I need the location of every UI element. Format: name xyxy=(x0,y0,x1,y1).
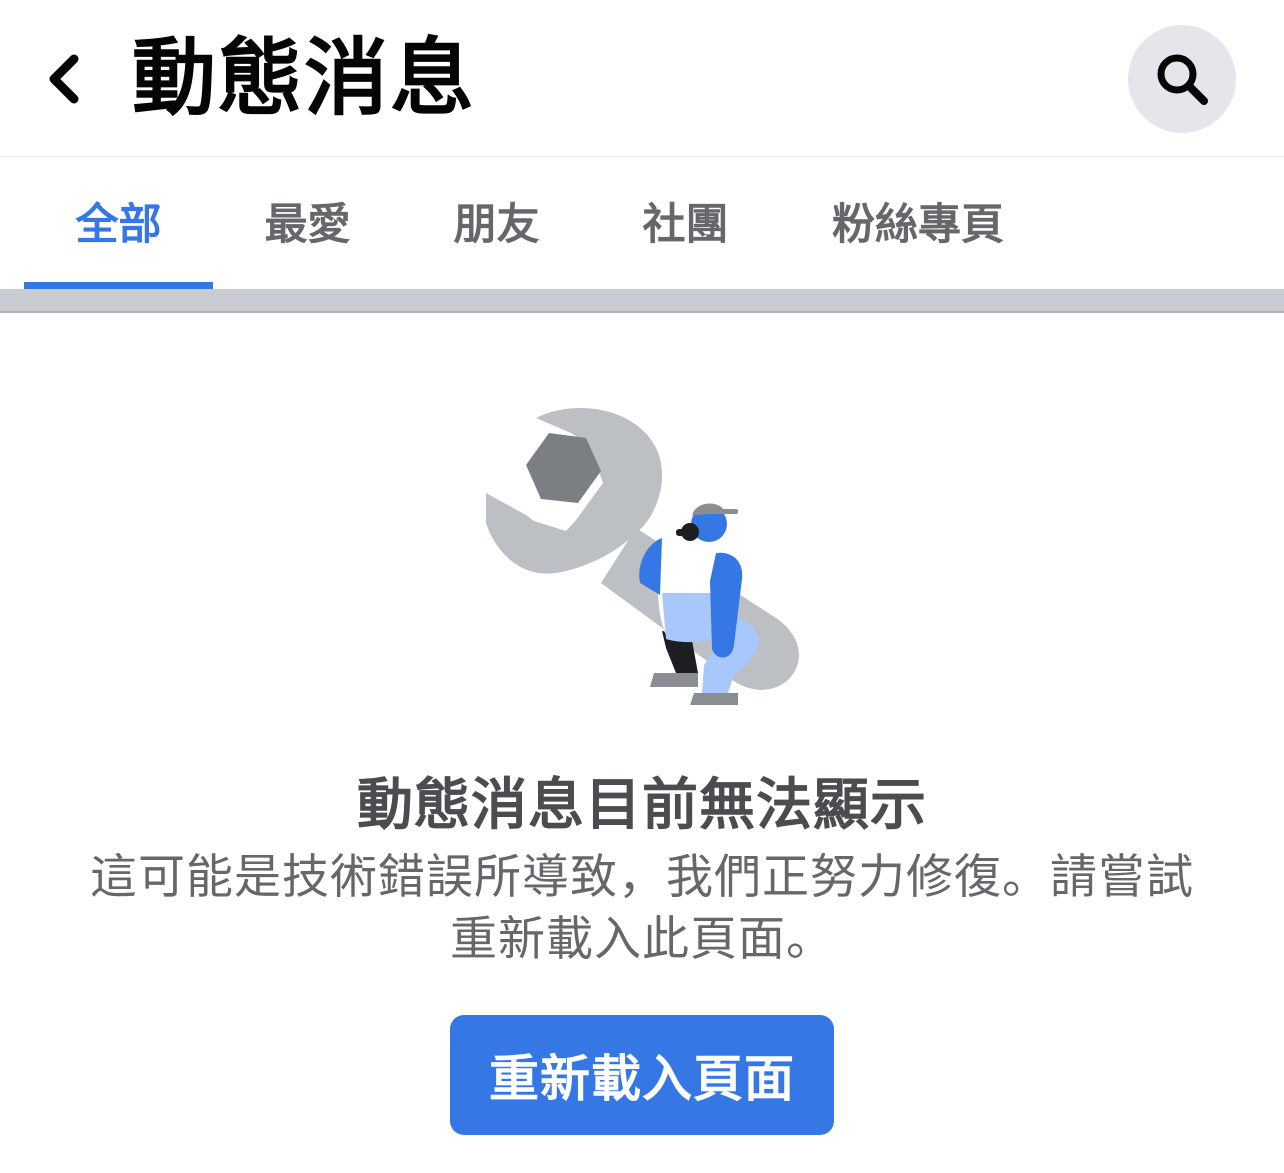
tab-label: 朋友 xyxy=(453,200,540,250)
search-button[interactable] xyxy=(1128,25,1236,133)
section-divider xyxy=(0,289,1284,313)
error-title: 動態消息目前無法顯示 xyxy=(357,773,927,838)
tab-pages[interactable]: 粉絲專頁 xyxy=(800,157,1036,289)
search-icon xyxy=(1157,54,1208,105)
back-button[interactable] xyxy=(34,46,94,112)
active-tab-indicator xyxy=(24,282,213,289)
page-title: 動態消息 xyxy=(132,29,477,127)
reload-page-button[interactable]: 重新載入頁面 xyxy=(450,1015,834,1135)
tab-all[interactable]: 全部 xyxy=(24,157,213,289)
tab-favorites[interactable]: 最愛 xyxy=(213,157,402,289)
wrench-worker-illustration xyxy=(486,408,799,705)
top-bar: 動態消息 xyxy=(0,0,1284,157)
tab-label: 社團 xyxy=(642,200,729,250)
feed-error-state: 動態消息目前無法顯示 這可能是技術錯誤所導致，我們正努力修復。請嘗試重新載入此頁… xyxy=(0,313,1284,1173)
tab-label: 最愛 xyxy=(264,200,351,250)
tab-groups[interactable]: 社團 xyxy=(591,157,780,289)
tab-label: 全部 xyxy=(75,200,162,250)
tab-label: 粉絲專頁 xyxy=(832,200,1004,250)
chevron-left-icon xyxy=(49,54,79,104)
error-message: 這可能是技術錯誤所導致，我們正努力修復。請嘗試重新載入此頁面。 xyxy=(90,850,1194,967)
feed-tab-bar: 全部 最愛 朋友 社團 粉絲專頁 xyxy=(0,157,1284,289)
tab-friends[interactable]: 朋友 xyxy=(402,157,591,289)
